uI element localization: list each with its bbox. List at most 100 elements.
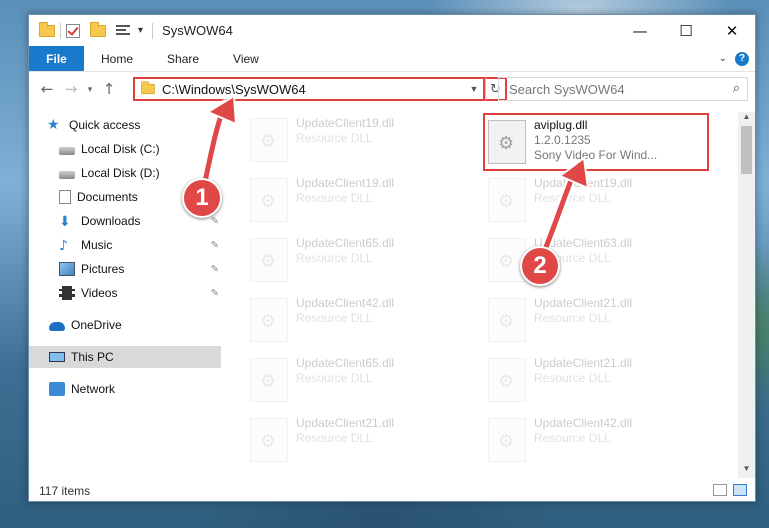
list-item[interactable]: UpdateClient42.dll Resource DLL — [482, 412, 702, 468]
dll-file-icon — [250, 418, 288, 462]
list-item[interactable]: UpdateClient21.dll Resource DLL — [482, 352, 702, 408]
star-icon: ★ — [47, 117, 60, 133]
sidebar-item-pictures[interactable]: Pictures ✎ — [29, 258, 221, 280]
new-folder-icon[interactable] — [90, 21, 106, 37]
file-type: Resource DLL — [534, 191, 611, 205]
tab-view[interactable]: View — [216, 46, 276, 71]
address-bar[interactable]: C:\Windows\SysWOW64 ▼ — [133, 77, 485, 101]
back-arrow-icon[interactable]: ← — [35, 80, 59, 98]
documents-icon — [59, 190, 71, 204]
sidebar-item-videos[interactable]: Videos ✎ — [29, 282, 221, 304]
file-type: Resource DLL — [534, 311, 611, 325]
scroll-down-arrow-icon[interactable]: ▼ — [738, 464, 755, 478]
file-name: UpdateClient42.dll — [534, 416, 633, 430]
properties-list-icon[interactable] — [116, 24, 132, 38]
forward-arrow-icon[interactable]: → — [59, 80, 83, 98]
sidebar-item-local-disk-c[interactable]: Local Disk (C:) — [29, 138, 221, 160]
tab-home[interactable]: Home — [84, 46, 150, 71]
sidebar-item-label: Videos — [81, 286, 118, 300]
list-item[interactable]: UpdateClient65.dll Resource DLL — [244, 352, 464, 408]
list-item[interactable]: UpdateClient42.dll Resource DLL — [244, 292, 464, 348]
network-icon — [49, 382, 65, 396]
file-type: Resource DLL — [296, 191, 373, 205]
sidebar-item-label: OneDrive — [71, 318, 122, 332]
large-icons-view-icon[interactable] — [733, 484, 747, 496]
customize-toolbar-chevron-icon[interactable]: ▾ — [138, 25, 143, 36]
dll-file-icon — [488, 358, 526, 402]
sidebar-item-label: Local Disk (C:) — [81, 142, 160, 156]
step-marker-2: 2 — [520, 246, 560, 286]
pin-icon[interactable]: ✎ — [211, 264, 219, 275]
properties-check-icon[interactable] — [66, 23, 80, 38]
up-arrow-icon[interactable]: ↑ — [97, 80, 121, 98]
address-path[interactable]: C:\Windows\SysWOW64 — [162, 82, 465, 97]
file-description: Sony Video For Wind... — [534, 148, 658, 162]
file-type: Resource DLL — [296, 131, 373, 145]
minimize-button[interactable]: — — [617, 15, 663, 46]
sidebar-item-label: This PC — [71, 350, 114, 364]
maximize-button[interactable]: ☐ — [663, 15, 709, 46]
sidebar-item-label: Pictures — [81, 262, 125, 276]
folder-icon — [141, 81, 155, 95]
address-dropdown-chevron-icon[interactable]: ▼ — [465, 84, 483, 94]
sidebar-item-music[interactable]: ♪ Music ✎ — [29, 234, 221, 256]
onedrive-icon — [49, 322, 65, 331]
list-item[interactable]: UpdateClient21.dll Resource DLL — [244, 412, 464, 468]
tab-share[interactable]: Share — [150, 46, 216, 71]
file-explorer-window: ▾ SysWOW64 — ☐ ✕ File Home Share View ⌄ … — [28, 14, 756, 502]
file-name: UpdateClient65.dll — [296, 356, 395, 370]
view-switcher — [713, 484, 747, 496]
vertical-scrollbar[interactable]: ▲ ▼ — [738, 112, 755, 478]
file-type: Resource DLL — [296, 371, 373, 385]
file-version: 1.2.0.1235 — [534, 133, 591, 147]
list-item[interactable]: UpdateClient65.dll Resource DLL — [244, 232, 464, 288]
file-type: Resource DLL — [296, 311, 373, 325]
toolbar-separator — [60, 22, 61, 39]
close-button[interactable]: ✕ — [709, 15, 755, 46]
pin-icon[interactable]: ✎ — [211, 288, 219, 299]
pin-icon[interactable]: ✎ — [211, 240, 219, 251]
expand-ribbon-chevron-icon[interactable]: ⌄ — [719, 53, 727, 64]
list-item[interactable]: UpdateClient21.dll Resource DLL — [482, 292, 702, 348]
file-name: UpdateClient65.dll — [296, 236, 395, 250]
file-name: UpdateClient21.dll — [534, 296, 633, 310]
file-type: Resource DLL — [534, 371, 611, 385]
this-pc-icon — [49, 352, 65, 362]
file-type: Resource DLL — [296, 251, 373, 265]
dll-file-icon — [250, 118, 288, 162]
folder-icon — [39, 21, 55, 37]
recent-locations-chevron-icon[interactable]: ▾ — [83, 84, 97, 95]
file-type: Resource DLL — [296, 431, 373, 445]
sidebar-item-onedrive[interactable]: OneDrive — [29, 314, 221, 336]
dll-file-icon — [250, 238, 288, 282]
tab-file[interactable]: File — [29, 46, 84, 71]
file-name: UpdateClient19.dll — [296, 176, 395, 190]
dll-file-icon — [488, 298, 526, 342]
list-item-aviplug-dll[interactable]: aviplug.dll 1.2.0.1235 Sony Video For Wi… — [482, 114, 702, 170]
scrollbar-thumb[interactable] — [741, 126, 752, 174]
sidebar-item-label: Downloads — [81, 214, 141, 228]
list-item[interactable]: UpdateClient63.dll Resource DLL — [482, 232, 702, 288]
help-icon[interactable]: ? — [735, 51, 749, 66]
sidebar-item-quick-access[interactable]: ★ Quick access — [29, 114, 221, 136]
sidebar-item-network[interactable]: Network — [29, 378, 221, 400]
list-item[interactable]: UpdateClient19.dll Resource DLL — [244, 172, 464, 228]
dll-file-icon — [488, 418, 526, 462]
dll-file-icon — [250, 178, 288, 222]
scroll-up-arrow-icon[interactable]: ▲ — [738, 112, 755, 126]
quick-access-toolbar: ▾ — [29, 21, 156, 39]
disk-icon — [59, 171, 75, 179]
search-input[interactable]: Search SysWOW64 ⌕ — [498, 77, 748, 101]
list-item[interactable]: UpdateClient19.dll Resource DLL — [482, 172, 702, 228]
step-marker-1: 1 — [182, 178, 222, 218]
list-item[interactable]: UpdateClient19.dll Resource DLL — [244, 112, 464, 168]
ribbon-right-controls: ⌄ ? — [719, 46, 755, 71]
file-name: aviplug.dll — [534, 118, 588, 132]
file-name: UpdateClient19.dll — [296, 116, 395, 130]
sidebar-item-this-pc[interactable]: This PC — [29, 346, 221, 368]
disk-icon — [59, 147, 75, 155]
pin-icon[interactable]: ✎ — [211, 216, 219, 227]
details-view-icon[interactable] — [713, 484, 727, 496]
sidebar-item-label: Quick access — [69, 118, 141, 132]
dll-file-icon — [488, 178, 526, 222]
